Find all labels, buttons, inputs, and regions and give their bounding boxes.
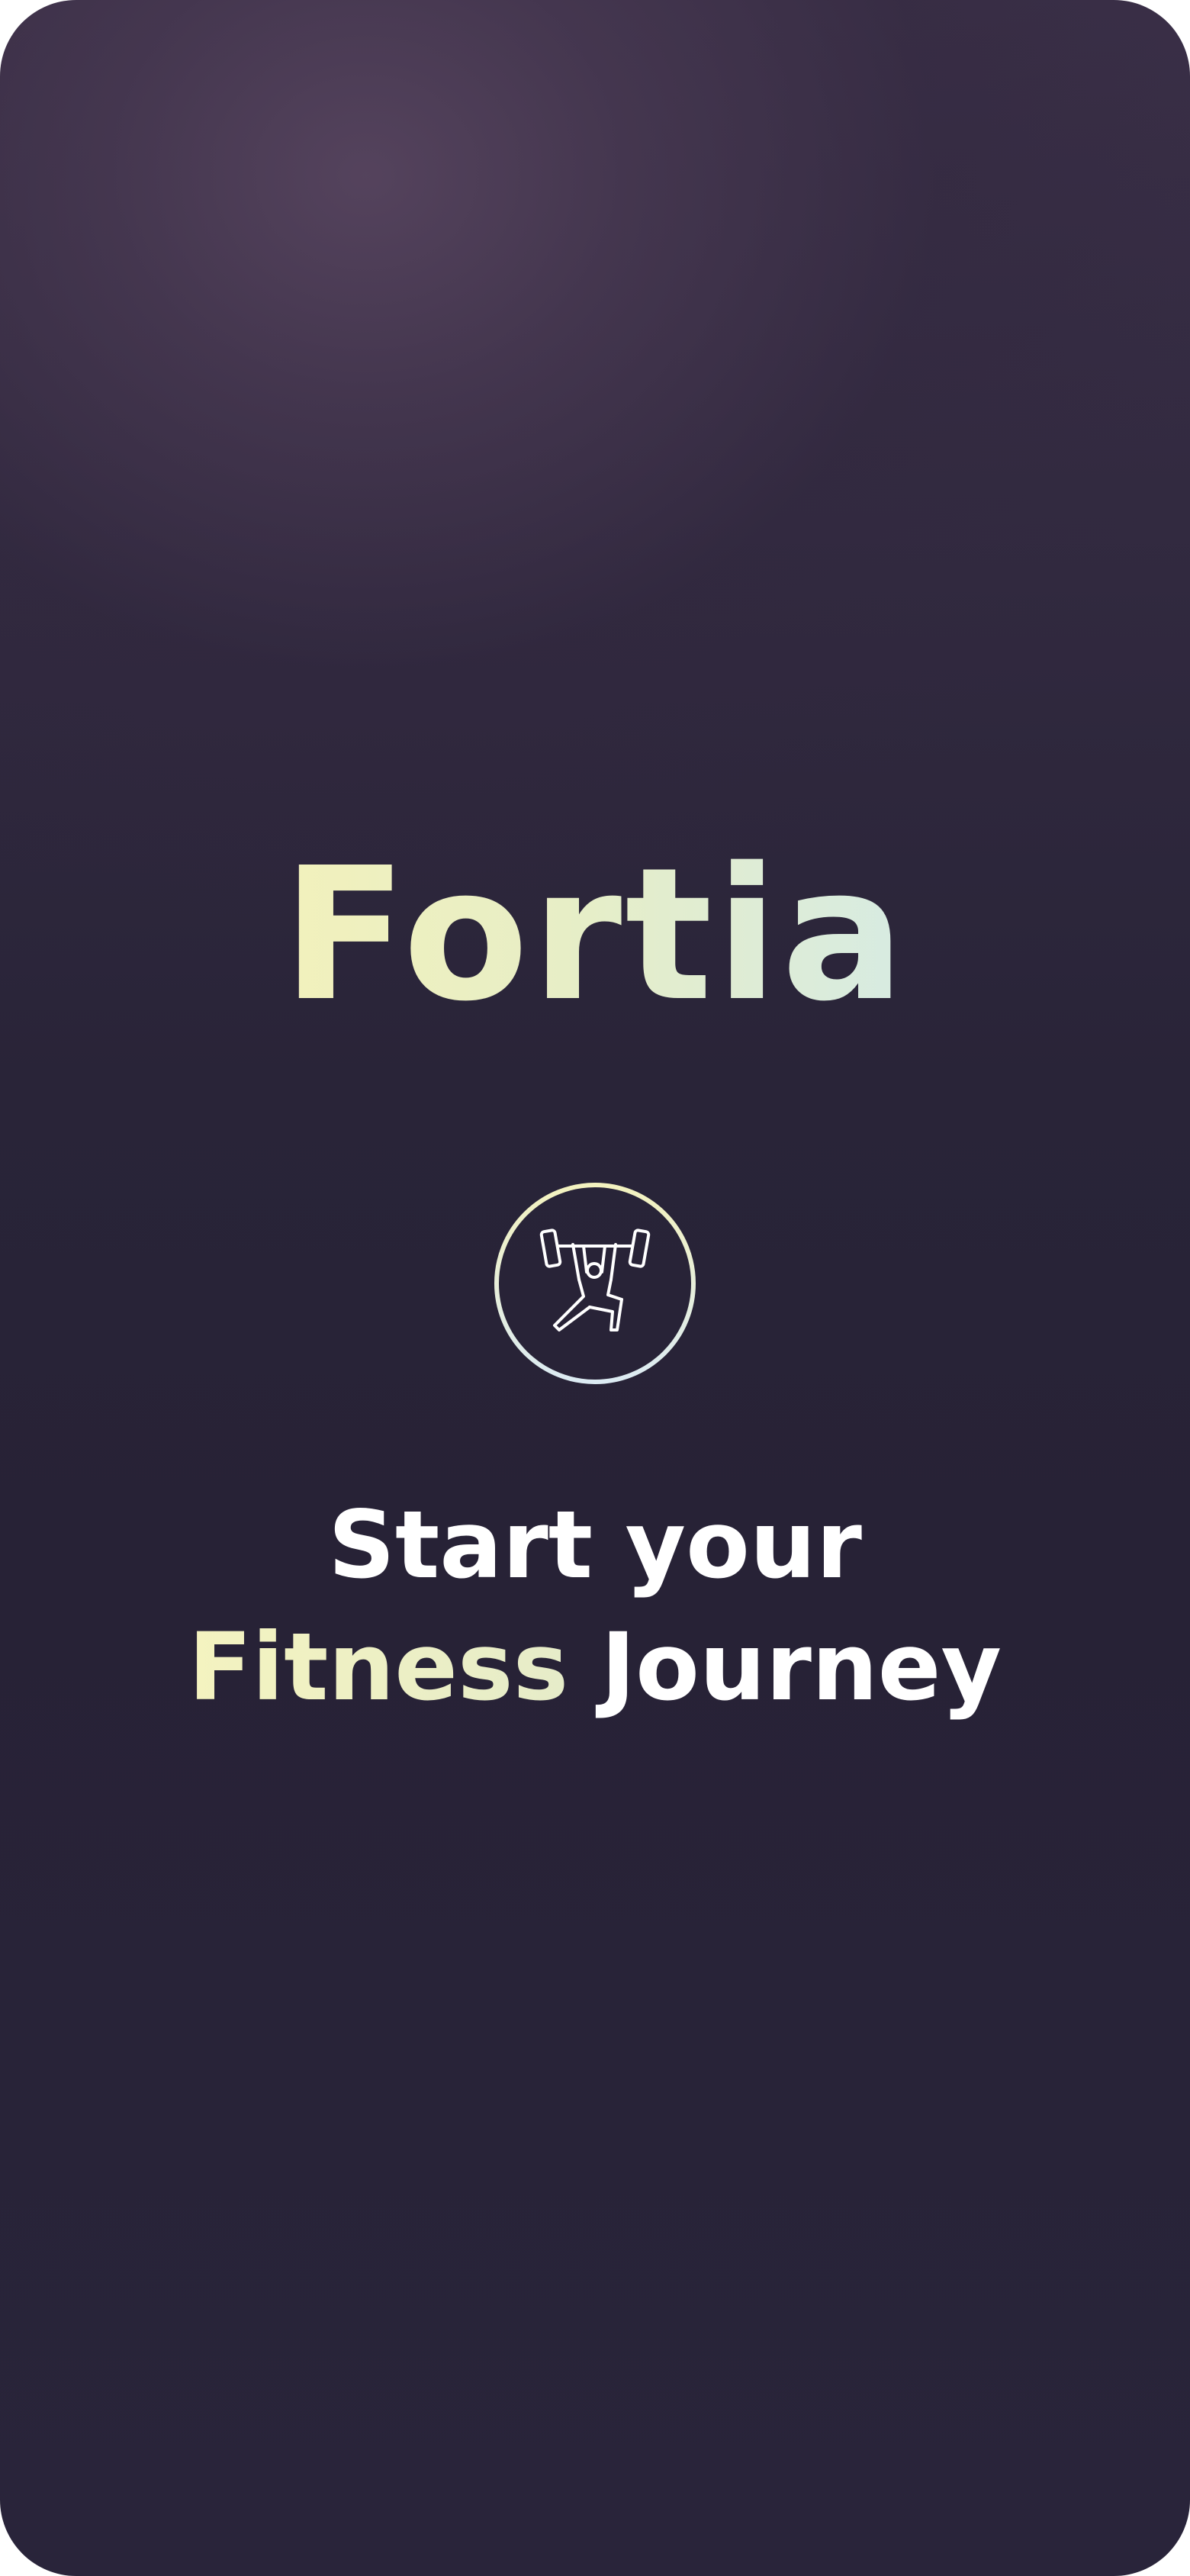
headline-rest: Journey [600, 1613, 1002, 1721]
weightlifter-icon [494, 1183, 696, 1384]
headline-line-1: Start your [328, 1491, 862, 1599]
app-logo: Fortia [0, 828, 1190, 1042]
headline-line-2: Fitness Journey [0, 1606, 1190, 1728]
welcome-headline: Start your Fitness Journey [0, 1484, 1190, 1728]
headline-highlight: Fitness [188, 1613, 569, 1721]
app-name: Fortia [281, 828, 909, 1042]
emblem-badge [494, 1182, 696, 1385]
splash-screen: Fortia Start your Fitness Journey [0, 0, 1190, 2576]
